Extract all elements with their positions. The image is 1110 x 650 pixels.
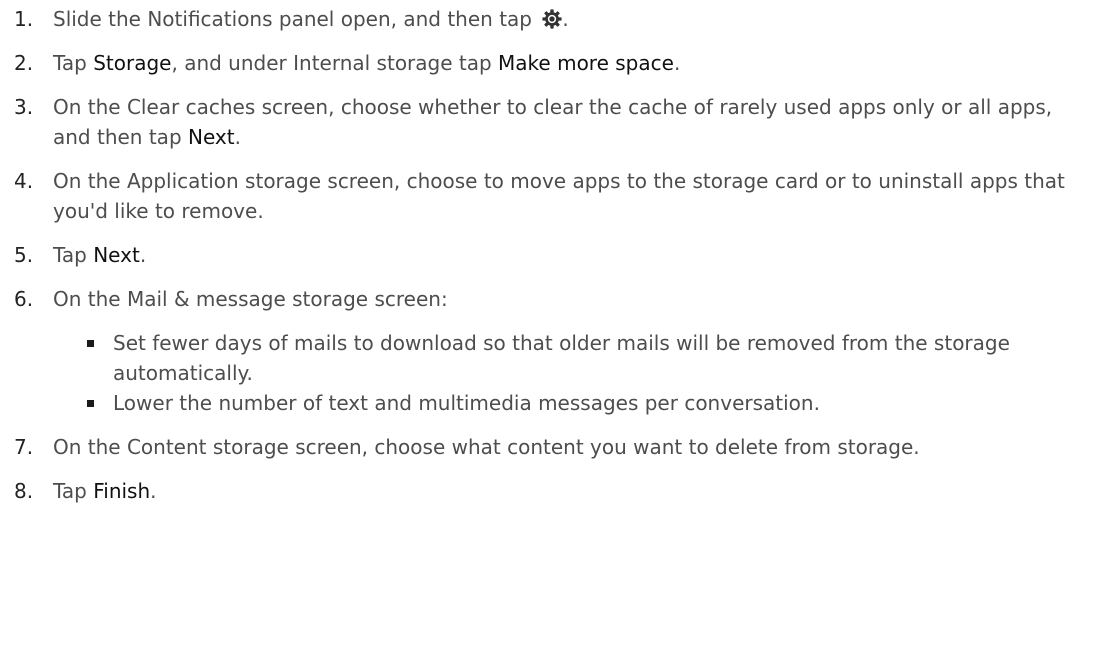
step-number: 6. [14,287,34,311]
step-list: 1. Slide the Notifications panel open, an… [14,4,1090,506]
step-text-fragment: . [139,243,147,267]
step-text: On the Application storage screen, choos… [53,169,1065,223]
step-number: 5. [14,243,34,267]
step-item: 7. On the Content storage screen, choose … [14,432,1090,462]
step-text: Tap Finish. [53,479,157,503]
step-item: 1. Slide the Notifications panel open, an… [14,4,1090,34]
step-item: 6. On the Mail & message storage screen: S… [14,284,1090,418]
step-text-fragment: Tap [53,51,94,75]
step-item: 4. On the Application storage screen, cho… [14,166,1090,226]
instruction-document: 1. Slide the Notifications panel open, an… [0,0,1110,650]
step-number: 8. [14,479,34,503]
step-item: 2. Tap Storage, and under Internal storag… [14,48,1090,78]
sub-list-item: Lower the number of text and multimedia … [83,388,1090,418]
step-text-fragment: . [234,125,241,149]
step-text: On the Mail & message storage screen: [53,287,448,311]
sub-item-text: Set fewer days of mails to download so t… [113,331,1010,385]
step-number: 4. [14,169,34,193]
step-text-fragment: Tap [53,479,94,503]
step-number: 7. [14,435,34,459]
step-number: 1. [14,7,34,31]
step-text-fragment: Slide the Notifications panel open, and … [53,7,539,31]
step-text-fragment: On the Mail & message storage screen: [53,287,448,311]
step-text-fragment: , and under Internal storage tap [171,51,499,75]
step-text: Tap Next. [53,243,146,267]
step-item: 5. Tap Next. [14,240,1090,270]
step-text-fragment: Tap [53,243,94,267]
sub-list: Set fewer days of mails to download so t… [53,328,1090,418]
step-text: On the Clear caches screen, choose wheth… [53,95,1052,149]
step-text-fragment: . [562,7,569,31]
step-text: Slide the Notifications panel open, and … [53,7,569,31]
step-number: 3. [14,95,34,119]
sub-list-item: Set fewer days of mails to download so t… [83,328,1090,388]
ui-term: Next [188,125,235,149]
step-text: On the Content storage screen, choose wh… [53,435,920,459]
ui-term: Storage [93,51,172,75]
step-text-fragment: On the Content storage screen, choose wh… [53,435,920,459]
ui-term: Make more space [498,51,674,75]
square-bullet-icon [87,340,94,347]
ui-term: Next [93,243,140,267]
step-item: 8. Tap Finish. [14,476,1090,506]
gear-icon [542,9,562,29]
square-bullet-icon [87,400,94,407]
step-text-fragment: On the Application storage screen, choos… [53,169,1065,223]
ui-term: Finish [93,479,151,503]
step-item: 3. On the Clear caches screen, choose whe… [14,92,1090,152]
step-text-fragment: . [673,51,681,75]
step-text: Tap Storage, and under Internal storage … [53,51,680,75]
step-text-fragment: . [150,479,157,503]
sub-item-text: Lower the number of text and multimedia … [113,391,820,415]
step-number: 2. [14,51,34,75]
